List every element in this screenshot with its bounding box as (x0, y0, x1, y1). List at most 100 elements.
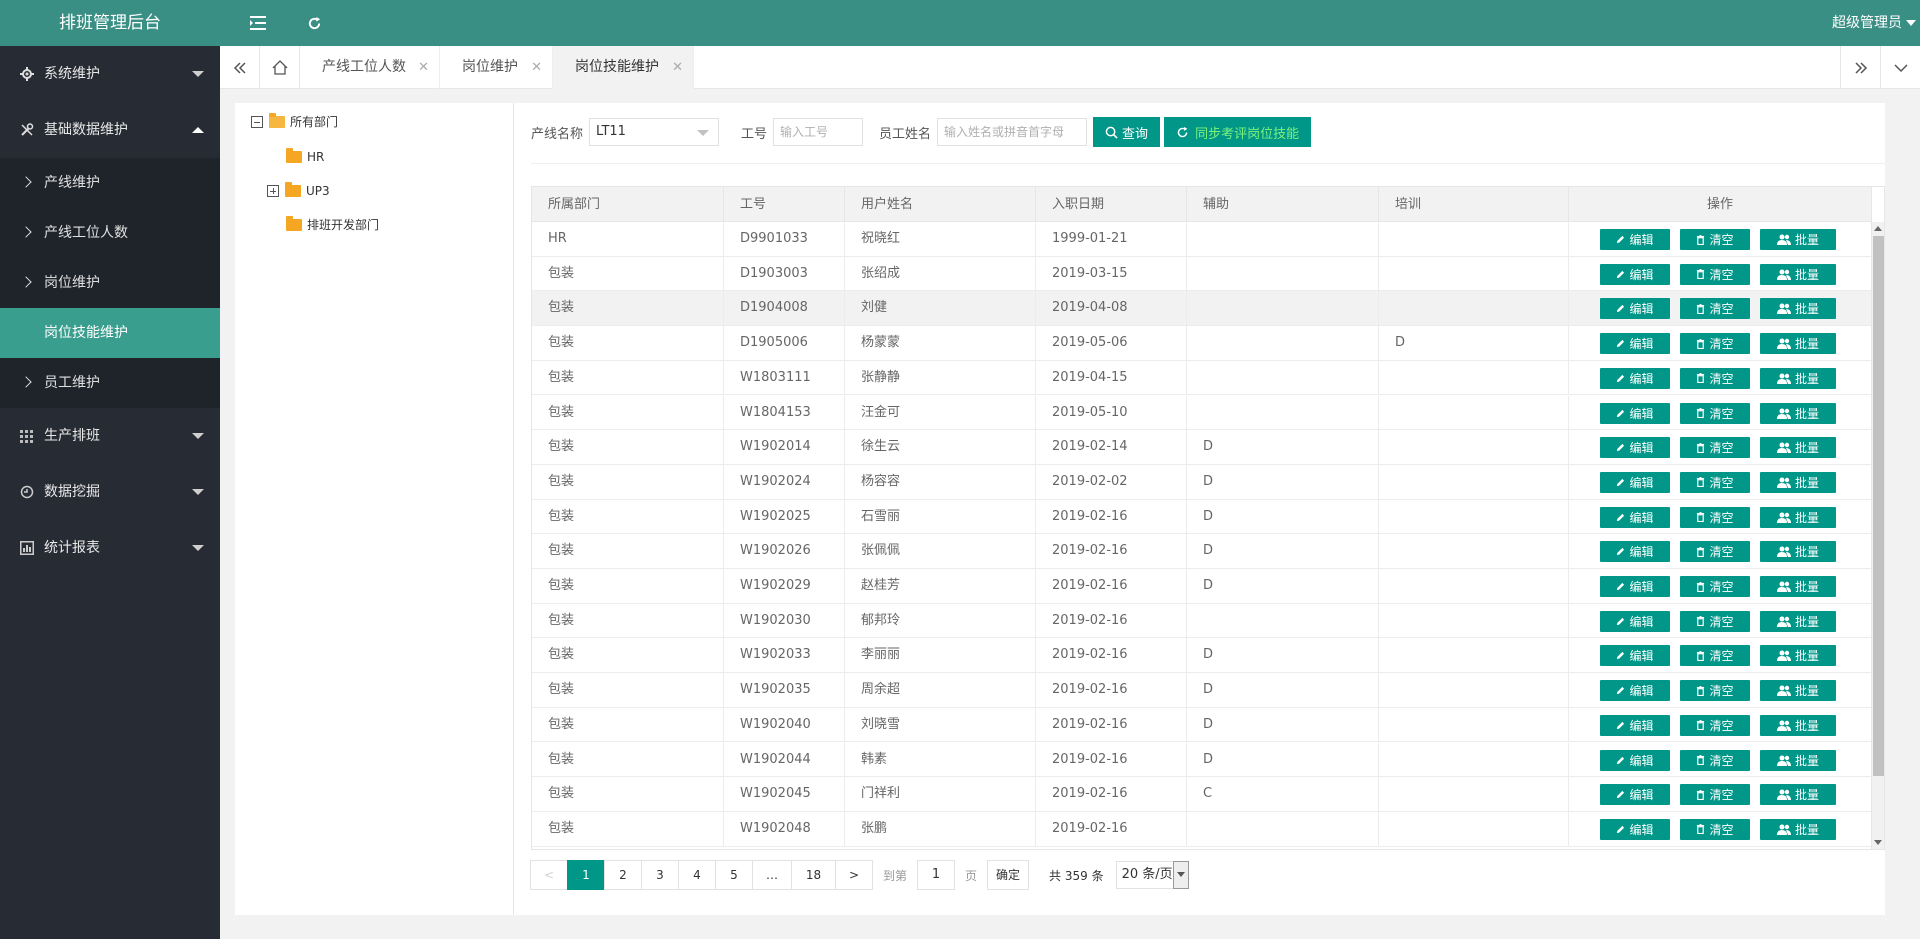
table-row[interactable]: 包装 W1804153 汪金可 2019-05-10 编辑 清空 批量 (532, 395, 1872, 431)
table-row[interactable]: 包装 W1803111 张静静 2019-04-15 编辑 清空 批量 (532, 360, 1872, 396)
close-icon[interactable]: ✕ (531, 46, 542, 89)
table-row[interactable]: 包装 W1902040 刘晓雪 2019-02-16 D 编辑 清空 批量 (532, 707, 1872, 743)
batch-button[interactable]: 批量 (1760, 680, 1836, 702)
line-select[interactable]: LT11 (589, 118, 720, 146)
clear-button[interactable]: 清空 (1680, 576, 1750, 597)
clear-button[interactable]: 清空 (1680, 818, 1750, 840)
batch-button[interactable]: 批量 (1760, 367, 1836, 389)
clear-button[interactable]: 清空 (1680, 541, 1750, 563)
batch-button[interactable]: 批量 (1760, 263, 1836, 285)
clear-button[interactable]: 清空 (1680, 367, 1750, 389)
batch-button[interactable]: 批量 (1760, 333, 1836, 355)
edit-button[interactable]: 编辑 (1600, 506, 1670, 528)
close-icon[interactable]: ✕ (418, 46, 429, 89)
clear-button[interactable]: 清空 (1680, 229, 1750, 250)
page-button[interactable]: 1 (567, 860, 605, 890)
edit-button[interactable]: 编辑 (1600, 333, 1670, 355)
edit-button[interactable]: 编辑 (1600, 610, 1670, 632)
batch-button[interactable]: 批量 (1760, 784, 1836, 806)
table-row[interactable]: 包装 D1903003 张绍成 2019-03-15 编辑 清空 批量 (532, 256, 1872, 292)
edit-button[interactable]: 编辑 (1600, 471, 1670, 493)
page-button[interactable]: 4 (678, 860, 716, 890)
clear-button[interactable]: 清空 (1680, 784, 1750, 806)
sidebar-item-line[interactable]: 产线维护 (0, 158, 220, 208)
page-button[interactable]: 3 (641, 860, 679, 890)
batch-button[interactable]: 批量 (1760, 471, 1836, 493)
clear-button[interactable]: 清空 (1680, 680, 1750, 702)
goto-page-input[interactable]: 1 (917, 860, 956, 890)
table-row[interactable]: 包装 W1902029 赵桂芳 2019-02-16 D 编辑 清空 批量 (532, 569, 1872, 604)
edit-button[interactable]: 编辑 (1600, 645, 1670, 667)
table-row[interactable]: 包装 W1902035 周余超 2019-02-16 D 编辑 清空 批量 (532, 673, 1872, 708)
clear-button[interactable]: 清空 (1680, 298, 1750, 320)
sidebar-group-scheduling[interactable]: 生产排班 (0, 408, 220, 464)
clear-button[interactable]: 清空 (1680, 437, 1750, 459)
edit-button[interactable]: 编辑 (1600, 402, 1670, 424)
clear-button[interactable]: 清空 (1680, 610, 1750, 632)
table-row[interactable]: 包装 W1902014 徐生云 2019-02-14 D 编辑 清空 批量 (532, 430, 1872, 465)
table-row[interactable]: 包装 W1902045 门祥利 2019-02-16 C 编辑 清空 批量 (532, 777, 1872, 812)
table-row[interactable]: 包装 D1905006 杨蒙蒙 2019-05-06 D 编辑 清空 批量 (532, 326, 1872, 361)
sidebar-group-reports[interactable]: 统计报表 (0, 520, 220, 576)
table-scrollbar[interactable] (1871, 222, 1884, 849)
batch-button[interactable]: 批量 (1760, 541, 1836, 563)
batch-button[interactable]: 批量 (1760, 714, 1836, 736)
menu-fold-icon[interactable] (235, 0, 281, 46)
collapse-icon[interactable] (251, 116, 263, 128)
clear-button[interactable]: 清空 (1680, 263, 1750, 285)
emp-no-input[interactable] (773, 118, 864, 146)
batch-button[interactable]: 批量 (1760, 610, 1836, 632)
batch-button[interactable]: 批量 (1760, 576, 1836, 597)
tabs-scroll-left-icon[interactable] (220, 46, 260, 89)
sidebar-group-basic-data[interactable]: 基础数据维护 (0, 102, 220, 158)
tabs-menu-chevron-down-icon[interactable] (1880, 46, 1920, 89)
edit-button[interactable]: 编辑 (1600, 749, 1670, 771)
tab-line-station[interactable]: 产线工位人数 ✕ (300, 46, 440, 89)
sidebar-item-line-station[interactable]: 产线工位人数 (0, 208, 220, 258)
edit-button[interactable]: 编辑 (1600, 298, 1670, 320)
sidebar-group-system[interactable]: 系统维护 (0, 46, 220, 102)
prev-page-button[interactable]: < (530, 860, 568, 890)
table-row[interactable]: 包装 D1904008 刘健 2019-04-08 编辑 清空 批量 (532, 291, 1872, 327)
edit-button[interactable]: 编辑 (1600, 576, 1670, 597)
scroll-down-icon[interactable] (1874, 840, 1882, 845)
batch-button[interactable]: 批量 (1760, 749, 1836, 771)
clear-button[interactable]: 清空 (1680, 645, 1750, 667)
tree-node-root[interactable]: 所有部门 (251, 112, 338, 132)
table-row[interactable]: 包装 W1902033 李丽丽 2019-02-16 D 编辑 清空 批量 (532, 638, 1872, 674)
edit-button[interactable]: 编辑 (1600, 541, 1670, 563)
clear-button[interactable]: 清空 (1680, 506, 1750, 528)
page-button[interactable]: 5 (715, 860, 753, 890)
batch-button[interactable]: 批量 (1760, 506, 1836, 528)
tree-node-dev[interactable]: 排班开发部门 (286, 215, 379, 235)
table-row[interactable]: 包装 W1902026 张佩佩 2019-02-16 D 编辑 清空 批量 (532, 534, 1872, 569)
batch-button[interactable]: 批量 (1760, 229, 1836, 250)
edit-button[interactable]: 编辑 (1600, 680, 1670, 702)
edit-button[interactable]: 编辑 (1600, 437, 1670, 459)
tabs-scroll-right-icon[interactable] (1840, 46, 1880, 89)
clear-button[interactable]: 清空 (1680, 714, 1750, 736)
page-button[interactable]: 2 (604, 860, 642, 890)
edit-button[interactable]: 编辑 (1600, 784, 1670, 806)
tree-node-up3[interactable]: UP3 (267, 181, 330, 201)
tree-node-hr[interactable]: HR (286, 147, 324, 167)
goto-confirm-button[interactable]: 确定 (987, 860, 1030, 890)
sync-skill-button[interactable]: 同步考评岗位技能 (1164, 117, 1312, 147)
clear-button[interactable]: 清空 (1680, 333, 1750, 355)
batch-button[interactable]: 批量 (1760, 818, 1836, 840)
close-icon[interactable]: ✕ (672, 46, 683, 89)
clear-button[interactable]: 清空 (1680, 749, 1750, 771)
table-row[interactable]: 包装 W1902025 石雪丽 2019-02-16 D 编辑 清空 批量 (532, 499, 1872, 535)
batch-button[interactable]: 批量 (1760, 298, 1836, 320)
table-row[interactable]: 包装 W1902030 郁邦玲 2019-02-16 编辑 清空 批量 (532, 603, 1872, 639)
sidebar-item-position-skill[interactable]: 岗位技能维护 (0, 308, 220, 358)
page-size-select[interactable]: 20 条/页 (1115, 861, 1189, 889)
clear-button[interactable]: 清空 (1680, 471, 1750, 493)
emp-name-input[interactable] (937, 118, 1088, 146)
sidebar-group-data-mining[interactable]: 数据挖掘 (0, 464, 220, 520)
sidebar-item-position[interactable]: 岗位维护 (0, 258, 220, 308)
user-menu[interactable]: 超级管理员 (1832, 0, 1916, 46)
sidebar-item-employee[interactable]: 员工维护 (0, 358, 220, 408)
edit-button[interactable]: 编辑 (1600, 229, 1670, 250)
edit-button[interactable]: 编辑 (1600, 714, 1670, 736)
